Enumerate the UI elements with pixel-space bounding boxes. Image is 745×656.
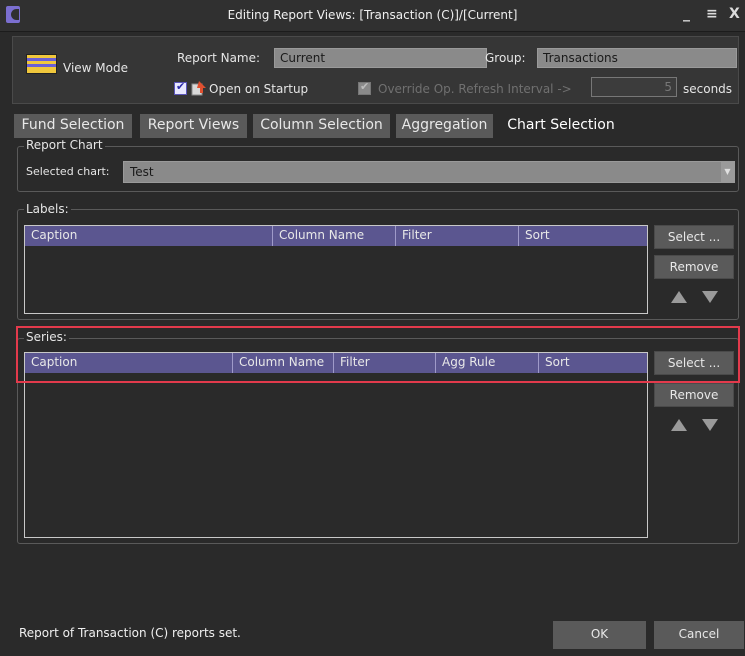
selected-chart-dropdown[interactable]: Test ▼ xyxy=(123,161,735,183)
group-label: Group: xyxy=(485,51,526,65)
labels-remove-button[interactable]: Remove xyxy=(654,255,734,279)
refresh-interval-input[interactable]: 5 xyxy=(591,77,677,97)
column-header-caption[interactable]: Caption xyxy=(25,226,273,246)
view-mode-label[interactable]: View Mode xyxy=(63,61,128,75)
column-header-sort[interactable]: Sort xyxy=(519,226,647,246)
cancel-button[interactable]: Cancel xyxy=(654,621,744,649)
column-header-filter[interactable]: Filter xyxy=(396,226,519,246)
labels-table[interactable]: Caption Column Name Filter Sort xyxy=(24,225,648,314)
tab-chart-selection[interactable]: Chart Selection xyxy=(499,114,623,138)
override-refresh-label: Override Op. Refresh Interval -> xyxy=(378,82,572,96)
report-settings-panel: View Mode Report Name: Current Group: Tr… xyxy=(12,36,739,104)
column-header-filter[interactable]: Filter xyxy=(334,353,436,373)
labels-select-button[interactable]: Select ... xyxy=(654,225,734,249)
labels-move-up-icon[interactable] xyxy=(671,291,687,303)
tab-column-selection[interactable]: Column Selection xyxy=(253,114,390,138)
tab-report-views[interactable]: Report Views xyxy=(140,114,247,138)
tab-aggregation[interactable]: Aggregation xyxy=(396,114,493,138)
selected-chart-value: Test xyxy=(130,165,154,179)
labels-table-header: Caption Column Name Filter Sort xyxy=(25,226,647,246)
series-legend: Series: xyxy=(24,330,69,344)
chevron-down-icon[interactable]: ▼ xyxy=(721,162,734,182)
override-refresh-checkbox[interactable] xyxy=(358,80,371,95)
startup-icon xyxy=(191,81,206,96)
column-header-column-name[interactable]: Column Name xyxy=(233,353,334,373)
series-remove-button[interactable]: Remove xyxy=(654,383,734,407)
open-on-startup-label: Open on Startup xyxy=(209,82,309,96)
view-mode-icon[interactable] xyxy=(26,54,57,74)
series-move-up-icon[interactable] xyxy=(671,419,687,431)
open-on-startup-checkbox[interactable] xyxy=(174,80,187,95)
labels-move-down-icon[interactable] xyxy=(702,291,718,303)
series-move-down-icon[interactable] xyxy=(702,419,718,431)
window-title: Editing Report Views: [Transaction (C)]/… xyxy=(227,8,518,22)
status-text: Report of Transaction (C) reports set. xyxy=(19,626,241,640)
tab-fund-selection[interactable]: Fund Selection xyxy=(14,114,132,138)
series-table-header: Caption Column Name Filter Agg Rule Sort xyxy=(25,353,647,373)
column-header-caption[interactable]: Caption xyxy=(25,353,233,373)
minimize-button[interactable]: _ xyxy=(683,6,690,22)
column-header-column-name[interactable]: Column Name xyxy=(273,226,396,246)
report-name-input[interactable]: Current xyxy=(274,48,487,68)
series-select-button[interactable]: Select ... xyxy=(654,351,734,375)
title-bar: Editing Report Views: [Transaction (C)]/… xyxy=(0,0,745,32)
labels-legend: Labels: xyxy=(24,202,71,216)
ok-button[interactable]: OK xyxy=(553,621,646,649)
column-header-sort[interactable]: Sort xyxy=(539,353,647,373)
close-button[interactable]: X xyxy=(729,6,740,22)
report-name-label: Report Name: xyxy=(177,51,261,65)
series-table[interactable]: Caption Column Name Filter Agg Rule Sort xyxy=(24,352,648,538)
report-chart-legend: Report Chart xyxy=(24,138,105,152)
group-input[interactable]: Transactions xyxy=(537,48,737,68)
maximize-button[interactable]: ≡ xyxy=(706,6,718,22)
seconds-label: seconds xyxy=(683,82,733,96)
column-header-agg-rule[interactable]: Agg Rule xyxy=(436,353,539,373)
selected-chart-label: Selected chart: xyxy=(26,165,110,178)
